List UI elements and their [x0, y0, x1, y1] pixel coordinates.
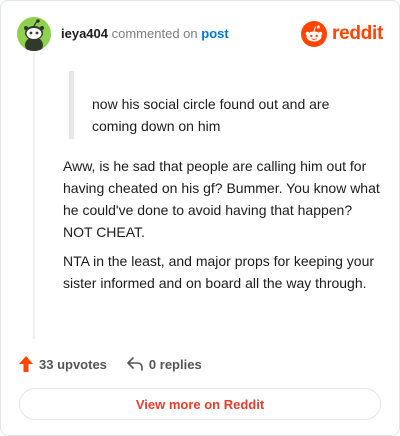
upvote-button[interactable]: 33 upvotes: [19, 356, 107, 372]
post-link[interactable]: post: [201, 26, 228, 41]
comment-actions: 33 upvotes 0 replies: [19, 355, 202, 373]
commented-on-text: commented on: [111, 26, 198, 41]
thread-line: [33, 53, 35, 339]
username-link[interactable]: ieya404: [61, 26, 108, 41]
reply-arrow-icon: [127, 357, 143, 371]
user-avatar[interactable]: [17, 17, 51, 51]
reddit-wordmark: reddit: [332, 23, 383, 44]
comment-meta: ieya404 commented on post: [61, 26, 229, 42]
snoo-avatar-icon: [17, 17, 51, 51]
upvote-arrow-icon: [19, 356, 33, 372]
reddit-logo-icon: [301, 21, 328, 47]
comment-header: ieya404 commented on post reddit: [17, 17, 383, 51]
reply-button[interactable]: 0 replies: [127, 357, 202, 372]
embedded-comment-card: ieya404 commented on post reddit now his…: [0, 0, 400, 436]
comment-paragraph-1: Aww, is he sad that people are calling h…: [63, 158, 380, 240]
comment-paragraph-2: NTA in the least, and major props for ke…: [63, 253, 375, 291]
reddit-brand-link[interactable]: reddit: [301, 21, 383, 47]
quote-text: now his social circle found out and are …: [92, 96, 330, 134]
view-more-button[interactable]: View more on Reddit: [19, 388, 381, 420]
upvote-count: 33 upvotes: [39, 356, 107, 372]
reply-count: 0 replies: [148, 356, 202, 372]
blockquote: now his social circle found out and are …: [69, 71, 354, 139]
